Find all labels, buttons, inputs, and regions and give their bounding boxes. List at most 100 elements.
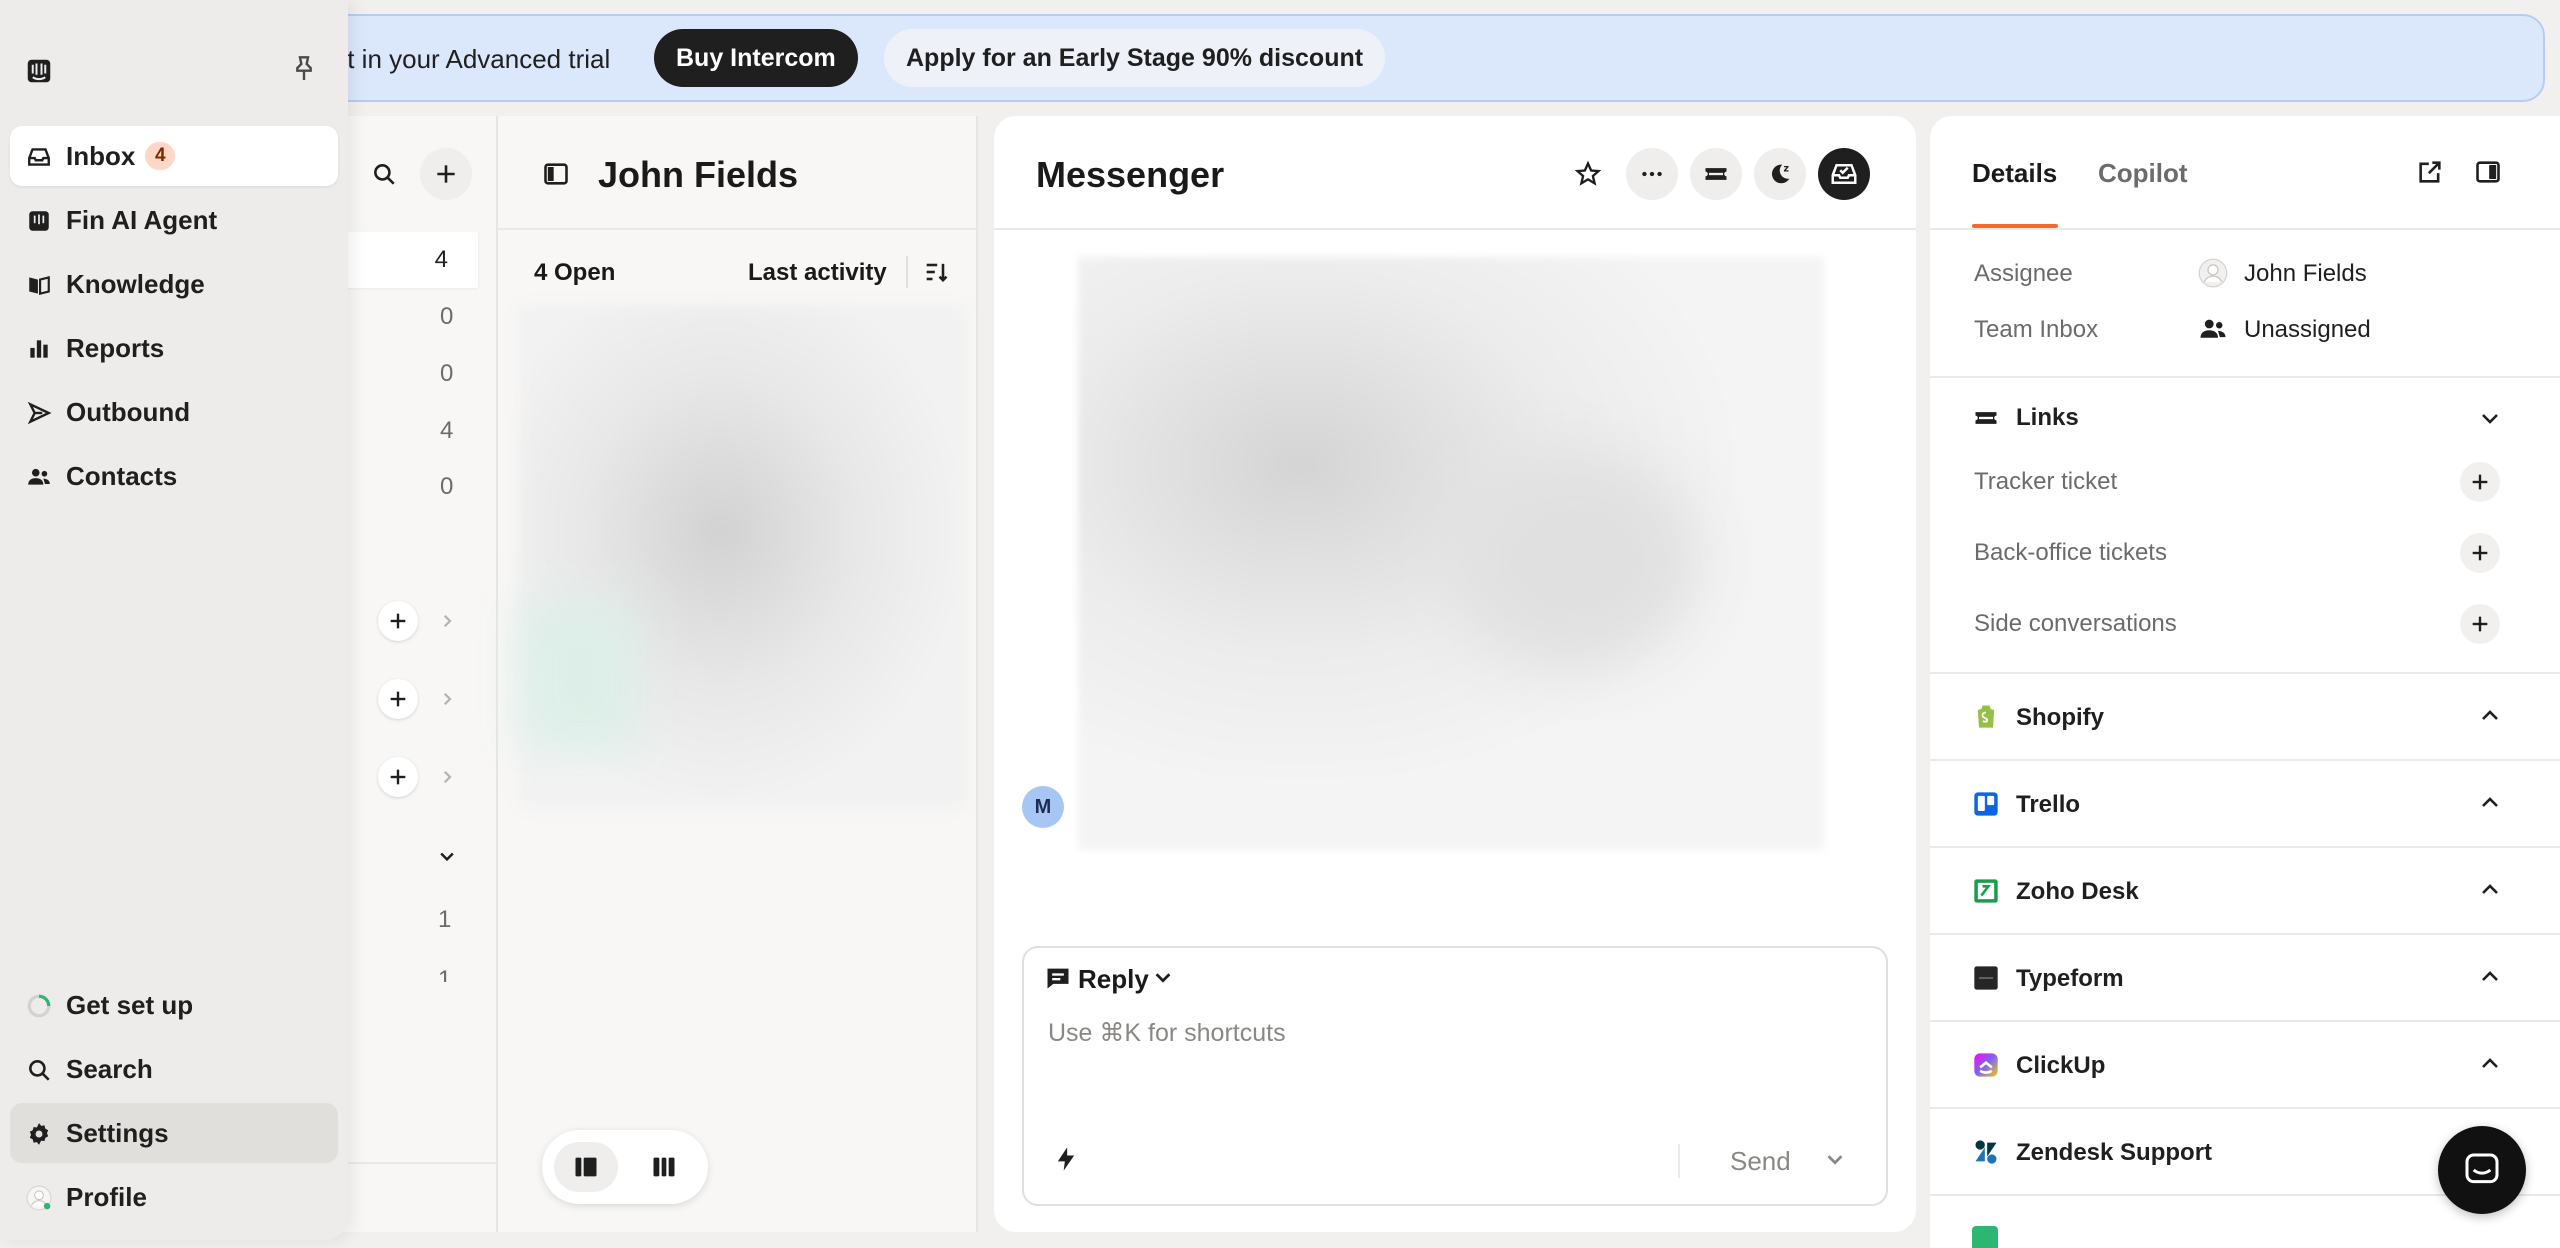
star-button[interactable] bbox=[1562, 148, 1614, 200]
multi-column-layout-button[interactable] bbox=[632, 1142, 696, 1192]
app-zendesk-support[interactable]: Zendesk Support bbox=[2016, 1139, 2212, 1167]
conversation-title: Messenger bbox=[1036, 154, 1225, 195]
divider bbox=[1930, 846, 2560, 848]
sidebar-toggle-icon[interactable] bbox=[2474, 158, 2502, 186]
gear-icon bbox=[29, 1123, 49, 1145]
add-side-conversation-button[interactable] bbox=[2460, 604, 2500, 644]
add-inbox-button[interactable] bbox=[378, 757, 418, 797]
tab-copilot[interactable]: Copilot bbox=[2098, 158, 2188, 189]
divider bbox=[498, 228, 978, 230]
message-content-blurred bbox=[1450, 450, 1700, 670]
reply-mode-dropdown[interactable]: Reply bbox=[1078, 964, 1149, 995]
chevron-down-icon[interactable] bbox=[437, 846, 457, 866]
chevron-down-icon[interactable] bbox=[2478, 406, 2502, 430]
nav-inbox[interactable]: Inbox 4 bbox=[10, 126, 338, 186]
chat-bubble-icon bbox=[2465, 1153, 2499, 1184]
add-inbox-button[interactable] bbox=[378, 601, 418, 641]
trial-banner bbox=[300, 14, 2545, 102]
nav-label: Contacts bbox=[66, 460, 178, 491]
nav-get-set-up[interactable]: Get set up bbox=[10, 975, 338, 1035]
tab-details[interactable]: Details bbox=[1972, 158, 2057, 189]
lightning-icon[interactable] bbox=[1052, 1144, 1080, 1174]
ticket-icon bbox=[1705, 168, 1727, 180]
sort-dropdown[interactable]: Last activity bbox=[748, 259, 887, 287]
customer-avatar[interactable]: M bbox=[1022, 786, 1064, 828]
app-typeform[interactable]: Typeform bbox=[2016, 965, 2124, 993]
add-inbox-button[interactable] bbox=[378, 679, 418, 719]
progress-icon bbox=[27, 994, 51, 1018]
conversation-preview-blurred bbox=[518, 600, 638, 750]
nav-fin-ai-agent[interactable]: Fin AI Agent bbox=[10, 190, 338, 250]
snooze-button[interactable]: z bbox=[1754, 148, 1806, 200]
app-trello[interactable]: Trello bbox=[2016, 791, 2080, 819]
plus-icon bbox=[2472, 474, 2488, 490]
add-back-office-ticket-button[interactable] bbox=[2460, 533, 2500, 573]
add-tracker-ticket-button[interactable] bbox=[2460, 462, 2500, 502]
zoho-desk-icon bbox=[1974, 879, 1998, 903]
chevron-right-icon[interactable] bbox=[438, 612, 456, 630]
divider bbox=[1930, 1020, 2560, 1022]
divider bbox=[1930, 933, 2560, 935]
inbox-count: 4 bbox=[440, 417, 454, 444]
plus-icon bbox=[390, 691, 406, 707]
chevron-down-icon[interactable] bbox=[1152, 966, 1174, 988]
shopify-icon bbox=[1977, 705, 1995, 728]
pin-icon[interactable] bbox=[288, 52, 320, 84]
close-conversation-button[interactable] bbox=[1818, 148, 1870, 200]
book-icon bbox=[29, 276, 50, 296]
chevron-up-icon[interactable] bbox=[2478, 965, 2502, 989]
link-back-office-tickets: Back-office tickets bbox=[1974, 539, 2167, 566]
panel-toggle-icon[interactable] bbox=[542, 160, 570, 188]
intercom-logo-icon[interactable] bbox=[24, 56, 54, 86]
nav-label: Reports bbox=[66, 332, 165, 363]
chevron-up-icon[interactable] bbox=[2478, 1052, 2502, 1076]
assignee-value[interactable]: John Fields bbox=[2244, 260, 2367, 288]
early-stage-discount-button[interactable]: Apply for an Early Stage 90% discount bbox=[884, 29, 1386, 87]
send-button[interactable]: Send bbox=[1730, 1146, 1791, 1177]
snooze-moon-icon: z bbox=[1771, 164, 1790, 184]
nav-reports[interactable]: Reports bbox=[10, 318, 338, 378]
chevron-up-icon[interactable] bbox=[2478, 878, 2502, 902]
more-options-button[interactable] bbox=[1626, 148, 1678, 200]
chevron-right-icon[interactable] bbox=[438, 690, 456, 708]
nav-outbound[interactable]: Outbound bbox=[10, 382, 338, 442]
chevron-up-icon[interactable] bbox=[2478, 704, 2502, 728]
new-conversation-button[interactable] bbox=[420, 148, 472, 200]
chevron-down-icon[interactable] bbox=[1824, 1148, 1846, 1170]
team-inbox-value[interactable]: Unassigned bbox=[2244, 316, 2371, 344]
inbox-search-button[interactable] bbox=[358, 148, 410, 200]
open-count[interactable]: 4 Open bbox=[534, 259, 615, 287]
single-column-layout-button[interactable] bbox=[554, 1142, 618, 1192]
chevron-up-icon[interactable] bbox=[2478, 791, 2502, 815]
open-external-icon[interactable] bbox=[2416, 158, 2444, 186]
chat-launcher-button[interactable] bbox=[2438, 1126, 2526, 1214]
main-navigation: Inbox 4 Fin AI Agent Knowledge Reports O… bbox=[0, 0, 348, 1240]
app-shopify[interactable]: Shopify bbox=[2016, 704, 2104, 732]
fin-icon bbox=[29, 211, 49, 231]
divider bbox=[1930, 1107, 2560, 1109]
links-section-title[interactable]: Links bbox=[2016, 404, 2079, 432]
more-icon bbox=[1642, 171, 1662, 177]
app-zoho-desk[interactable]: Zoho Desk bbox=[2016, 878, 2139, 906]
nav-settings[interactable]: Settings bbox=[10, 1103, 338, 1163]
sort-order-icon[interactable] bbox=[922, 258, 950, 286]
nav-search[interactable]: Search bbox=[10, 1039, 338, 1099]
nav-contacts[interactable]: Contacts bbox=[10, 446, 338, 506]
divider bbox=[1930, 759, 2560, 761]
inbox-check-icon bbox=[1831, 164, 1857, 184]
buy-intercom-button[interactable]: Buy Intercom bbox=[654, 29, 858, 87]
nav-label: Get set up bbox=[66, 989, 194, 1020]
inbox-count: 0 bbox=[440, 360, 454, 387]
ticket-button[interactable] bbox=[1690, 148, 1742, 200]
reply-input[interactable]: Use ⌘K for shortcuts bbox=[1048, 1018, 1286, 1048]
plus-icon bbox=[2472, 545, 2488, 561]
divider bbox=[1678, 1144, 1680, 1178]
chevron-right-icon[interactable] bbox=[438, 768, 456, 786]
nav-profile[interactable]: Profile bbox=[10, 1167, 338, 1227]
layout-columns-icon bbox=[653, 1157, 675, 1177]
plus-icon bbox=[390, 769, 406, 785]
nav-knowledge[interactable]: Knowledge bbox=[10, 254, 338, 314]
nav-label: Knowledge bbox=[66, 268, 205, 299]
app-clickup[interactable]: ClickUp bbox=[2016, 1052, 2105, 1080]
zendesk-icon bbox=[1975, 1140, 1997, 1164]
